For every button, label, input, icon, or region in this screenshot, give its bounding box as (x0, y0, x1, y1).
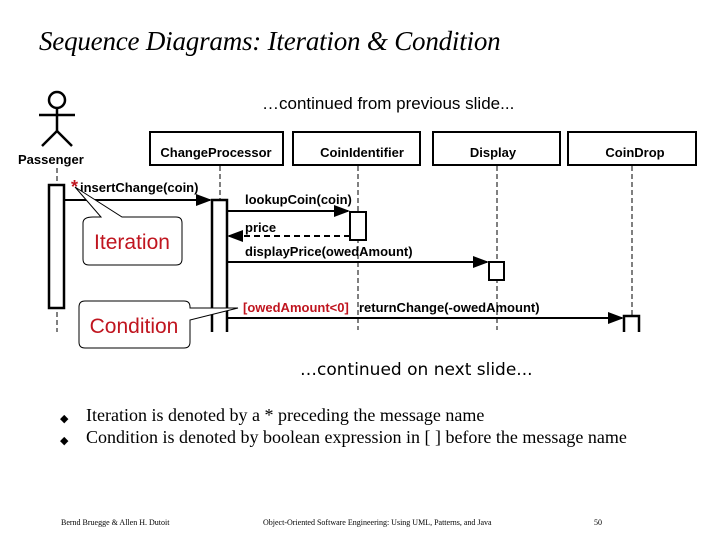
object-name: ChangeProcessor (160, 145, 271, 160)
condition-guard-label: [owedAmount<0] (243, 300, 349, 315)
footer-book-title: Object-Oriented Software Engineering: Us… (263, 518, 492, 527)
message-label-lookup-coin: lookupCoin(coin) (245, 192, 352, 207)
condition-callout-text: Condition (90, 315, 179, 338)
activation-coin-drop (622, 314, 641, 332)
object-name: CoinDrop (605, 145, 664, 160)
message-label-insert-change: insertChange(coin) (80, 180, 198, 195)
object-box-change-processor: ChangeProcessor (149, 131, 284, 166)
activation-display (488, 261, 505, 281)
message-label-return-change: returnChange(-owedAmount) (359, 300, 540, 315)
iteration-callout: Iteration (74, 186, 183, 266)
activation-coin-identifier (349, 211, 367, 241)
bullet-item: ◆ Iteration is denoted by a * preceding … (60, 404, 660, 426)
sequence-diagram: Passenger ChangeProcessor CoinIdentifier… (18, 90, 697, 349)
object-box-display: Display (432, 131, 561, 166)
continued-next-label: …continued on next slide... (300, 360, 533, 380)
activation-passenger (47, 183, 66, 310)
message-label-display-price: displayPrice(owedAmount) (245, 244, 413, 259)
actor-stick-figure-icon (39, 90, 75, 147)
bullet-text: Iteration is denoted by a * preceding th… (86, 405, 485, 425)
object-name: CoinIdentifier (320, 145, 404, 160)
diamond-bullet-icon: ◆ (60, 435, 69, 447)
bullet-list: ◆ Iteration is denoted by a * preceding … (60, 404, 660, 448)
page-number: 50 (594, 518, 602, 527)
return-label-price: price (245, 220, 276, 235)
footer-authors: Bernd Bruegge & Allen H. Dutoit (61, 518, 170, 527)
iteration-callout-text: Iteration (94, 231, 170, 254)
bullet-item: ◆ Condition is denoted by boolean expres… (60, 426, 660, 448)
actor-name: Passenger (18, 152, 84, 167)
object-box-coin-drop: CoinDrop (567, 131, 697, 166)
object-name: Display (470, 145, 517, 160)
bullet-text: Condition is denoted by boolean expressi… (86, 427, 627, 447)
iteration-marker: * (71, 177, 78, 197)
object-box-coin-identifier: CoinIdentifier (292, 131, 421, 166)
